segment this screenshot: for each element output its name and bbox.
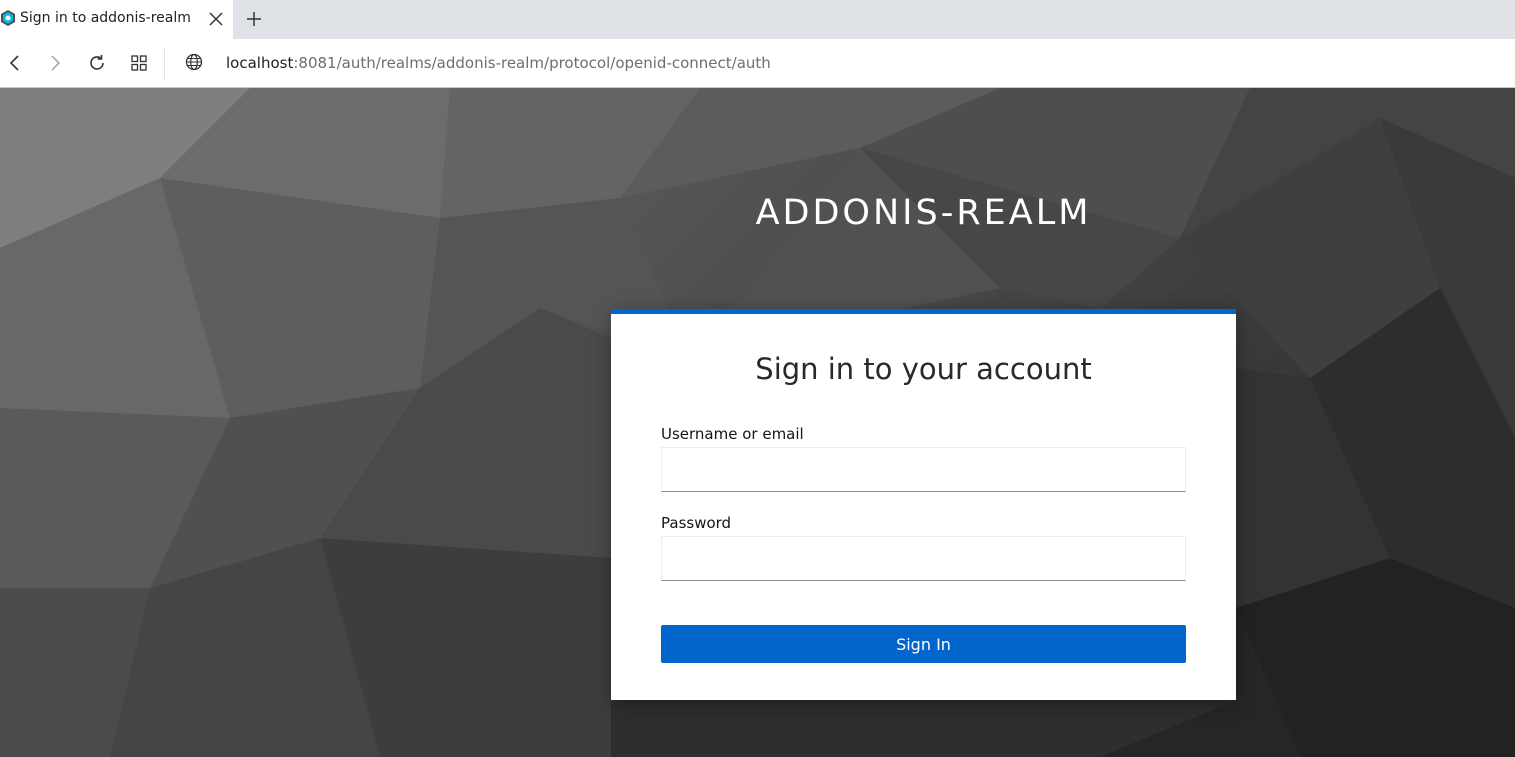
login-page: ADDONIS-REALM Sign in to your account Us… bbox=[0, 88, 1515, 757]
globe-icon[interactable] bbox=[183, 51, 205, 73]
forward-arrow-icon[interactable] bbox=[43, 51, 67, 75]
keycloak-icon bbox=[0, 10, 16, 26]
sign-in-button[interactable]: Sign In bbox=[661, 625, 1186, 663]
password-label: Password bbox=[661, 514, 732, 532]
browser-tab[interactable]: Sign in to addonis-realm bbox=[0, 0, 233, 39]
password-input[interactable] bbox=[661, 536, 1186, 581]
close-icon[interactable] bbox=[206, 9, 226, 29]
url-host: localhost bbox=[226, 54, 294, 72]
apps-grid-icon[interactable] bbox=[127, 51, 151, 75]
address-bar-url[interactable]: localhost:8081/auth/realms/addonis-realm… bbox=[226, 54, 771, 72]
tab-title: Sign in to addonis-realm bbox=[20, 10, 191, 26]
login-card: Sign in to your account Username or emai… bbox=[611, 309, 1236, 700]
browser-tab-strip: Sign in to addonis-realm bbox=[0, 0, 1515, 39]
back-arrow-icon[interactable] bbox=[3, 51, 27, 75]
login-heading: Sign in to your account bbox=[755, 352, 1092, 386]
url-path: :8081/auth/realms/addonis-realm/protocol… bbox=[293, 54, 771, 72]
plus-icon[interactable] bbox=[243, 8, 265, 30]
reload-icon[interactable] bbox=[85, 51, 109, 75]
toolbar-divider bbox=[164, 49, 165, 79]
realm-title: ADDONIS-REALM bbox=[755, 193, 1092, 233]
username-label: Username or email bbox=[661, 425, 804, 443]
username-input[interactable] bbox=[661, 447, 1186, 492]
browser-toolbar: localhost:8081/auth/realms/addonis-realm… bbox=[0, 39, 1515, 88]
